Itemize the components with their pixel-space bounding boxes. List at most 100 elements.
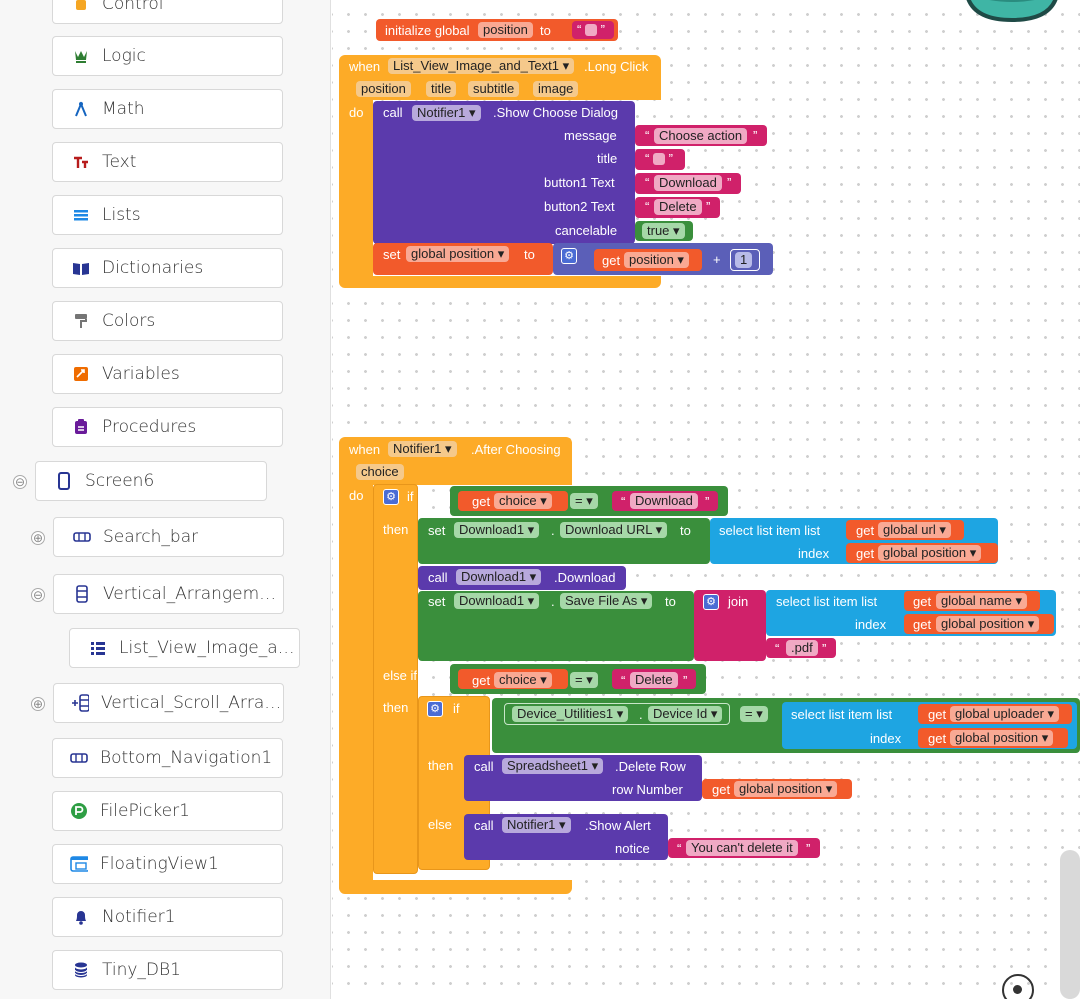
tree-item-list-view[interactable]: List_View_Image_an...	[69, 628, 300, 668]
component-dropdown[interactable]: Download1 ▾	[454, 593, 540, 609]
sidebar-item-variables[interactable]: Variables	[52, 354, 283, 394]
getvar-dropdown[interactable]: global position ▾	[734, 781, 838, 797]
component-dropdown[interactable]: Device_Utilities1 ▾	[512, 706, 629, 722]
string-value[interactable]: Download	[654, 175, 722, 191]
event-name: .After Choosing	[471, 442, 561, 457]
get-label: get	[856, 523, 875, 538]
component-dropdown[interactable]: Spreadsheet1 ▾	[502, 758, 604, 774]
param-image[interactable]: image	[533, 81, 579, 97]
method-name: .Show Alert	[585, 818, 651, 833]
sidebar-item-lists[interactable]: Lists	[52, 195, 283, 235]
getvar-dropdown[interactable]: position ▾	[624, 252, 689, 268]
string-value[interactable]: Download	[630, 493, 698, 509]
arg-message-label: message	[564, 128, 617, 143]
mutator-gear-icon[interactable]: ⚙	[427, 701, 443, 717]
tree-item-screen[interactable]: Screen6	[35, 461, 267, 501]
operator-dropdown[interactable]: = ▾	[570, 672, 598, 688]
component-dropdown[interactable]: Download1 ▾	[456, 569, 542, 585]
when-long-click-body	[339, 98, 373, 278]
sidebar-item-dictionaries[interactable]: Dictionaries	[52, 248, 283, 288]
sidebar-item-label: Variables	[102, 364, 180, 384]
string-value[interactable]: Delete	[630, 672, 678, 688]
param-position[interactable]: position	[356, 81, 411, 97]
string-value[interactable]: You can't delete it	[686, 840, 798, 856]
quote-glyph: ”	[806, 841, 811, 856]
when-label: when	[349, 59, 381, 74]
operator-dropdown[interactable]: = ▾	[740, 706, 768, 722]
getvar-dropdown[interactable]: global position ▾	[936, 616, 1040, 632]
sidebar-item-control[interactable]: Control	[52, 0, 283, 24]
property-dropdown[interactable]: Save File As ▾	[560, 593, 653, 609]
tree-item-bottom-navigation[interactable]: Bottom_Navigation1	[52, 738, 283, 778]
tree-item-vertical-scroll[interactable]: Vertical_Scroll_Arran...	[53, 683, 284, 723]
vertical-scrollbar[interactable]	[1060, 850, 1080, 999]
string-value[interactable]: Choose action	[654, 128, 748, 144]
mutator-gear-icon[interactable]: ⚙	[703, 594, 719, 610]
bell-icon	[72, 908, 90, 926]
getvar-dropdown[interactable]: global uploader ▾	[950, 706, 1060, 722]
sidebar-item-label: Lists	[102, 205, 141, 225]
quote-glyph: ”	[727, 175, 732, 190]
sidebar-item-text[interactable]: Text	[52, 142, 283, 182]
getvar-dropdown[interactable]: global url ▾	[878, 522, 951, 538]
blocks-workspace[interactable]: initialize global position to “ ” when L…	[332, 0, 1080, 999]
operator-dropdown[interactable]: = ▾	[570, 493, 598, 509]
bool-dropdown[interactable]: true ▾	[642, 223, 685, 239]
notifier-dropdown[interactable]: Notifier1 ▾	[412, 105, 481, 121]
expand-toggle-icon[interactable]: ⊕	[31, 697, 45, 711]
sidebar-item-procedures[interactable]: Procedures	[52, 407, 283, 447]
collapse-toggle-icon[interactable]: ⊖	[31, 588, 45, 602]
sidebar-item-label: Text	[102, 152, 137, 172]
getvar-dropdown[interactable]: global position ▾	[878, 545, 982, 561]
number-value[interactable]: 1	[735, 252, 753, 268]
tree-item-tinydb[interactable]: Tiny_DB1	[52, 950, 283, 990]
arg-title-label: title	[597, 151, 618, 166]
when-after-choosing-footer	[339, 880, 572, 894]
then-label-2: then	[383, 700, 409, 715]
component-dropdown[interactable]: Notifier1 ▾	[388, 441, 457, 457]
to-label: to	[524, 247, 535, 262]
param-choice[interactable]: choice	[356, 464, 404, 480]
tree-item-file-picker[interactable]: FilePicker1	[52, 791, 283, 831]
string-value[interactable]: Delete	[654, 199, 702, 215]
sidebar-item-colors[interactable]: Colors	[52, 301, 283, 341]
init-to-label: to	[540, 23, 551, 38]
sidebar-item-logic[interactable]: Logic	[52, 36, 283, 76]
tree-item-floating-view[interactable]: FloatingView1	[52, 844, 283, 884]
param-subtitle[interactable]: subtitle	[468, 81, 520, 97]
getvar-dropdown[interactable]: choice ▾	[494, 493, 552, 509]
component-dropdown[interactable]: Notifier1 ▾	[502, 817, 571, 833]
tree-item-vertical-arrangement[interactable]: Vertical_Arrangement1	[53, 574, 284, 614]
row-number-label: row Number	[612, 782, 683, 797]
mutator-gear-icon[interactable]: ⚙	[383, 489, 399, 505]
tree-item-search-bar[interactable]: Search_bar	[53, 517, 284, 557]
string-value[interactable]: .pdf	[786, 640, 818, 656]
init-var-name[interactable]: position	[478, 22, 533, 38]
collapse-toggle-icon[interactable]: ⊖	[13, 475, 27, 489]
tree-item-label: FilePicker1	[100, 801, 190, 821]
getvar-dropdown[interactable]: global position ▾	[950, 730, 1054, 746]
recenter-target-icon[interactable]	[1002, 974, 1034, 999]
tree-item-label: Bottom_Navigation1	[100, 748, 273, 768]
mutator-gear-icon[interactable]: ⚙	[561, 248, 577, 264]
sidebar-item-math[interactable]: Math	[52, 89, 283, 129]
getvar-dropdown[interactable]: choice ▾	[494, 672, 552, 688]
logic-icon	[72, 47, 90, 65]
method-name: .Show Choose Dialog	[493, 105, 619, 120]
method-name: .Download	[554, 570, 616, 585]
component-dropdown[interactable]: List_View_Image_and_Text1 ▾	[388, 58, 575, 74]
component-dropdown[interactable]: Download1 ▾	[454, 522, 540, 538]
tree-item-notifier[interactable]: Notifier1	[52, 897, 283, 937]
setvar-dropdown[interactable]: global position ▾	[406, 246, 510, 262]
elseif-label: else if	[383, 668, 417, 683]
select-list-label: select list item list	[791, 707, 893, 722]
get-label: get	[928, 707, 947, 722]
call-label: call	[428, 570, 448, 585]
property-dropdown[interactable]: Device Id ▾	[648, 706, 723, 722]
property-dropdown[interactable]: Download URL ▾	[560, 522, 668, 538]
param-title[interactable]: title	[426, 81, 457, 97]
expand-toggle-icon[interactable]: ⊕	[31, 531, 45, 545]
variables-icon	[72, 365, 90, 383]
vertical-scroll-arrangement-icon	[71, 694, 89, 712]
getvar-dropdown[interactable]: global name ▾	[936, 593, 1027, 609]
